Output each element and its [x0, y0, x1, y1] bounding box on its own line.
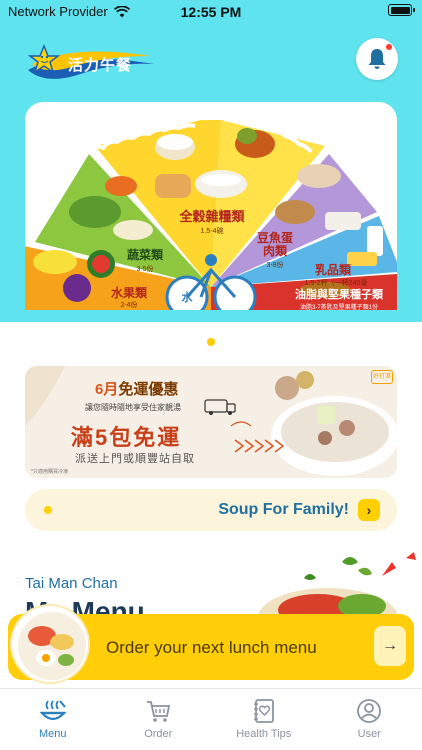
menu-bowl-icon	[39, 700, 67, 721]
category-fats-label: 油脂與堅果種子類	[295, 289, 383, 301]
health-book-icon	[253, 699, 274, 723]
promo-title-rest: 免運優惠	[118, 381, 179, 398]
water-badge: 水	[181, 292, 193, 304]
notification-badge	[385, 43, 393, 51]
carousel-dot-active[interactable]	[207, 338, 215, 346]
soup-bullet-dot	[44, 506, 52, 514]
tab-menu-label: Menu	[38, 728, 67, 740]
category-vegetables-portion: 3-5份	[136, 266, 154, 273]
category-fats-portion: 油脂3-7茶匙及堅果種子類1份	[299, 305, 378, 310]
cart-icon	[147, 701, 171, 722]
promo-subtitle: 讓您隨時隨地享受住家靚湯	[85, 403, 181, 412]
status-bar: Network Provider 12:55 PM	[0, 0, 422, 24]
category-grains-portion: 1.5-4碗	[200, 228, 224, 235]
bell-icon	[368, 49, 386, 69]
notification-button[interactable]	[356, 38, 398, 80]
bottom-tab-bar: Menu Order Health Tips User	[0, 688, 422, 750]
battery-icon	[388, 4, 415, 16]
carousel-indicator[interactable]	[0, 338, 422, 346]
soup-for-family-button[interactable]: Soup For Family! ›	[25, 489, 397, 531]
tab-order[interactable]: Order	[106, 689, 212, 750]
promo-title: 6月免運優惠	[95, 378, 178, 399]
tab-order-label: Order	[144, 728, 173, 740]
category-protein-label: 豆魚蛋肉類	[256, 231, 293, 258]
app-logo: 活力午餐	[24, 40, 158, 84]
category-grains-label: 全穀雜糧類	[179, 209, 245, 224]
category-fruits-portion: 2-4份	[120, 302, 138, 309]
promo-month: 6月	[95, 381, 119, 398]
category-protein-portion: 3-8份	[266, 262, 284, 269]
promo-detail: 派送上門或順豐站自取	[75, 453, 195, 465]
arrow-right-icon: ›	[358, 499, 380, 521]
tab-health-tips-label: Health Tips	[236, 728, 292, 740]
category-dairy-label: 乳品類	[314, 263, 351, 277]
promo-banner[interactable]: 6月免運優惠 讓您隨時隨地享受住家靚湯 滿5包免運 派送上門或順豐站自取 *只適…	[25, 366, 397, 478]
food-pyramid-banner[interactable]: 全穀雜糧類 1.5-4碗 蔬菜類 3-5份 水果類 2-4份 豆魚蛋肉類 3-8…	[25, 102, 397, 310]
order-next-lunch-label: Order your next lunch menu	[106, 638, 317, 657]
order-dish-image	[10, 604, 90, 684]
arrow-right-icon[interactable]: →	[374, 626, 406, 666]
user-icon	[357, 699, 382, 723]
promo-headline: 滿5包免運	[71, 425, 182, 450]
tab-menu[interactable]: Menu	[0, 689, 106, 750]
tab-user-label: User	[357, 728, 381, 740]
tab-user[interactable]: User	[317, 689, 422, 750]
logo-text: 活力午餐	[68, 57, 133, 74]
category-vegetables-label: 蔬菜類	[126, 248, 163, 262]
category-fruits-label: 水果類	[110, 286, 147, 300]
promo-footnote: *只適用購買冷凍	[31, 469, 68, 475]
promo-brand-tag: 好打滾	[371, 370, 393, 384]
soup-for-family-label: Soup For Family!	[218, 501, 349, 518]
clock: 12:55 PM	[180, 4, 242, 20]
tab-health-tips[interactable]: Health Tips	[211, 689, 317, 750]
user-name: Tai Man Chan	[25, 575, 118, 592]
